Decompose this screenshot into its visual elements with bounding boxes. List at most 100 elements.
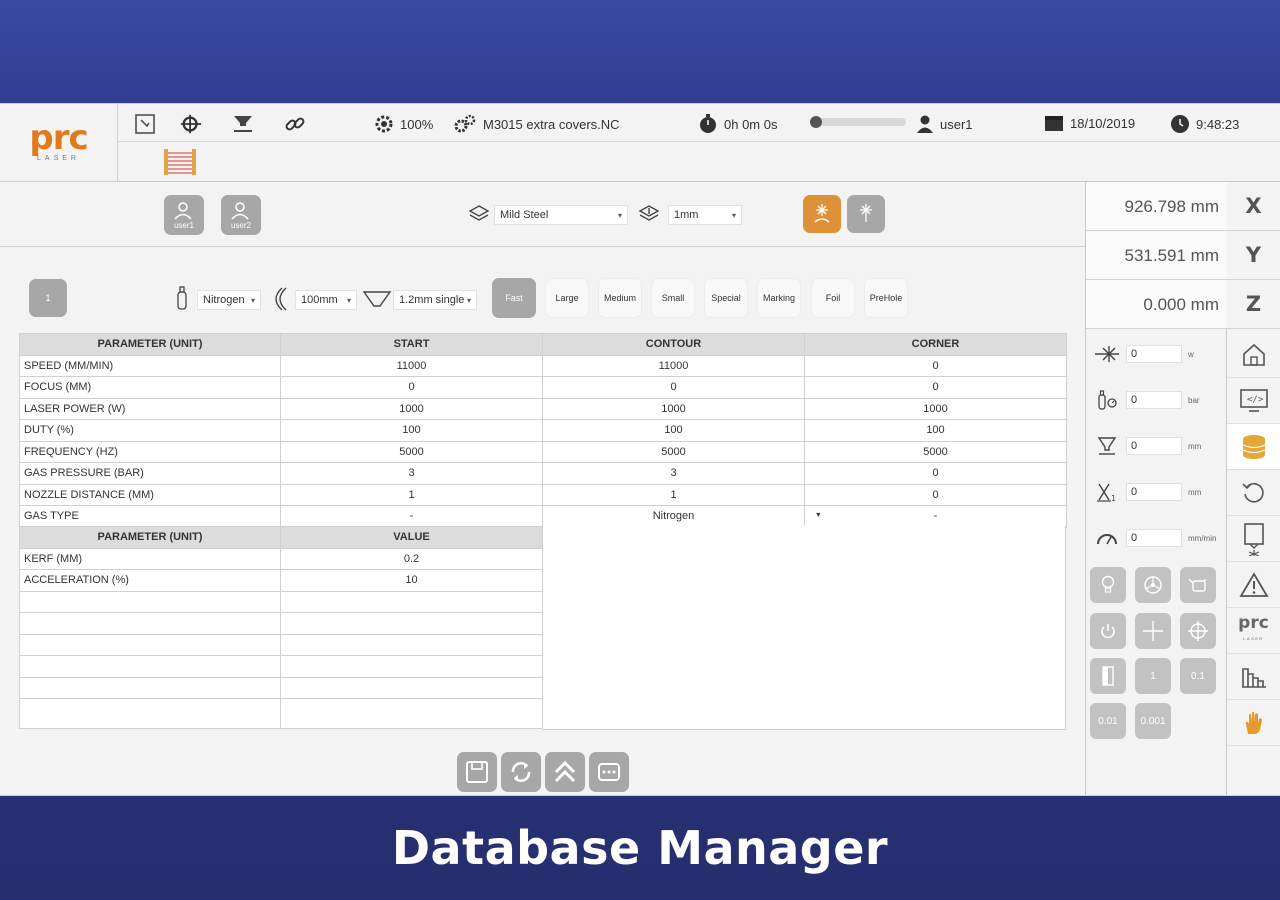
option-prehole[interactable]: PreHole xyxy=(864,278,908,318)
thickness-select[interactable]: 1mm ▾ xyxy=(668,205,742,225)
axis-distance-readout: 1 0 mm xyxy=(1086,472,1227,512)
corner-cell[interactable]: 5000 xyxy=(804,440,1067,463)
contour-cell[interactable]: 3 xyxy=(542,462,805,485)
contour-cell[interactable]: 11000 xyxy=(542,354,805,377)
contour-cell[interactable]: 1000 xyxy=(542,397,805,420)
database-button[interactable] xyxy=(1227,424,1280,470)
value-cell[interactable]: 0.2 xyxy=(280,547,543,570)
start-cell[interactable]: 5000 xyxy=(280,440,543,463)
material-select[interactable]: Mild Steel ▾ xyxy=(494,205,628,225)
table-row: GAS TYPE - Nitrogen ▾ - xyxy=(19,505,1067,528)
more-button[interactable] xyxy=(589,752,629,792)
corner-cell[interactable]: 1000 xyxy=(804,397,1067,420)
cut-mode-button[interactable] xyxy=(803,195,841,233)
table-header-row: PARAMETER (UNIT) VALUE xyxy=(19,526,543,549)
z-axis-button[interactable]: Z xyxy=(1227,280,1280,329)
prc-info-button[interactable]: prc LASER xyxy=(1227,608,1280,654)
feed-rate-value: 0 xyxy=(1126,529,1182,547)
option-marking[interactable]: Marking xyxy=(757,278,801,318)
target-icon xyxy=(1188,621,1208,641)
thickness-value: 1mm xyxy=(674,209,699,221)
corner-cell[interactable]: 0 xyxy=(804,462,1067,485)
nozzle-select[interactable]: 1.2mm single ▾ xyxy=(393,290,477,310)
parameter-table: PARAMETER (UNIT) START CONTOUR CORNER SP… xyxy=(19,333,1067,528)
refresh-button[interactable] xyxy=(501,752,541,792)
param-name: ACCELERATION (%) xyxy=(19,569,281,592)
user-icon xyxy=(231,201,249,220)
axis-distance-value: 0 xyxy=(1126,483,1182,501)
jog-step-0.001-button[interactable]: 0.001 xyxy=(1135,703,1171,739)
corner-cell[interactable]: - xyxy=(804,505,1067,528)
code-editor-button[interactable]: </> xyxy=(1227,378,1280,424)
clock-icon xyxy=(1171,115,1189,133)
option-small[interactable]: Small xyxy=(651,278,695,318)
axis-distance-unit: mm xyxy=(1188,487,1202,497)
history-button[interactable] xyxy=(1227,470,1280,516)
table-icon[interactable] xyxy=(232,113,254,135)
gas-pressure-icon xyxy=(1092,389,1122,411)
laser-head-icon[interactable] xyxy=(180,113,202,135)
lens-select[interactable]: 100mm ▾ xyxy=(295,290,357,310)
statistics-button[interactable] xyxy=(1227,654,1280,700)
y-axis-button[interactable]: Y xyxy=(1227,231,1280,280)
contour-cell[interactable]: 0 xyxy=(542,376,805,399)
x-axis-button[interactable]: X xyxy=(1227,182,1280,231)
link-icon[interactable] xyxy=(284,113,306,135)
alarm-button[interactable] xyxy=(1227,562,1280,608)
hand-button[interactable] xyxy=(1227,700,1280,746)
database-icon xyxy=(1242,434,1265,459)
start-cell[interactable]: 11000 xyxy=(280,354,543,377)
table-row xyxy=(19,633,543,656)
option-special[interactable]: Special xyxy=(704,278,748,318)
user-icon xyxy=(917,115,933,133)
param-name: LASER POWER (W) xyxy=(19,397,281,420)
target-button[interactable] xyxy=(1180,613,1216,649)
mark-mode-button[interactable] xyxy=(847,195,885,233)
option-large[interactable]: Large xyxy=(545,278,589,318)
pump-button[interactable] xyxy=(1180,567,1216,603)
corner-cell[interactable]: 100 xyxy=(804,419,1067,442)
start-cell[interactable]: - xyxy=(280,505,543,528)
user2-button[interactable]: user2 xyxy=(221,195,261,235)
jog-step-1-button[interactable]: 1 xyxy=(1135,658,1171,694)
start-cell[interactable]: 1000 xyxy=(280,397,543,420)
contour-cell[interactable]: 5000 xyxy=(542,440,805,463)
crosshair-button[interactable] xyxy=(1135,613,1171,649)
start-cell[interactable]: 3 xyxy=(280,462,543,485)
upload-button[interactable] xyxy=(545,752,585,792)
door-button[interactable] xyxy=(1090,658,1126,694)
chuck-button[interactable] xyxy=(1135,567,1171,603)
jog-step-0.1-button[interactable]: 0.1 xyxy=(1180,658,1216,694)
light-button[interactable] xyxy=(1090,567,1126,603)
contour-cell[interactable]: 100 xyxy=(542,419,805,442)
table-row xyxy=(19,612,543,635)
contour-cell[interactable]: 1 xyxy=(542,483,805,506)
manual-mode-icon[interactable] xyxy=(134,113,156,135)
corner-cell[interactable]: 0 xyxy=(804,376,1067,399)
gas-select[interactable]: Nitrogen ▾ xyxy=(197,290,261,310)
jog-step-0.01-button[interactable]: 0.01 xyxy=(1090,703,1126,739)
start-cell[interactable]: 0 xyxy=(280,376,543,399)
gas-type-select[interactable]: Nitrogen ▾ xyxy=(542,505,820,528)
option-medium[interactable]: Medium xyxy=(598,278,642,318)
user-indicator[interactable]: user1 xyxy=(916,114,973,134)
home-button[interactable] xyxy=(1227,332,1280,378)
start-cell[interactable]: 1 xyxy=(280,483,543,506)
power-button[interactable] xyxy=(1090,613,1126,649)
program-indicator[interactable]: M3015 extra covers.NC xyxy=(453,114,620,134)
laser-head-button[interactable] xyxy=(1227,516,1280,562)
value-cell[interactable]: 10 xyxy=(280,569,543,592)
save-button[interactable] xyxy=(457,752,497,792)
option-foil[interactable]: Foil xyxy=(811,278,855,318)
corner-cell[interactable]: 0 xyxy=(804,483,1067,506)
laser-power-readout: 0 w xyxy=(1086,334,1227,374)
user1-button[interactable]: user1 xyxy=(164,195,204,235)
option-fast[interactable]: Fast xyxy=(492,278,536,318)
header-start: START xyxy=(280,333,543,356)
start-cell[interactable]: 100 xyxy=(280,419,543,442)
header-corner: CORNER xyxy=(804,333,1067,356)
light-curtain-icon[interactable] xyxy=(162,148,198,176)
selection-row: user1 user2 Mild Steel ▾ 1mm ▾ xyxy=(0,182,1086,247)
corner-cell[interactable]: 0 xyxy=(804,354,1067,377)
table-number-button[interactable]: 1 xyxy=(29,279,67,317)
